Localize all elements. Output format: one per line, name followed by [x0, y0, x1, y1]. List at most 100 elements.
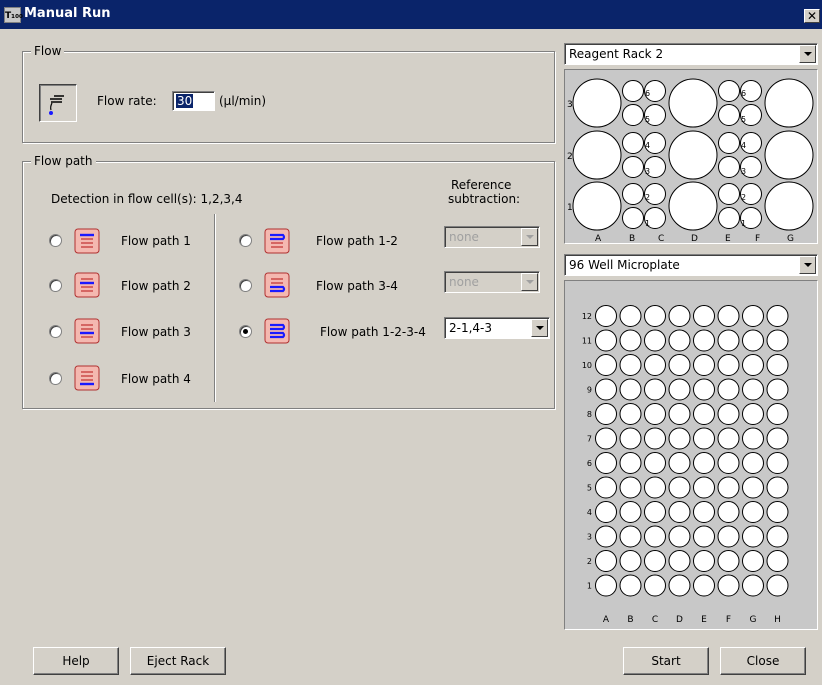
- reagent-small-well[interactable]: [718, 156, 740, 178]
- reference-select-3-4[interactable]: none: [444, 271, 540, 293]
- plate-well[interactable]: [742, 452, 764, 474]
- plate-well[interactable]: [742, 501, 764, 523]
- radio-flow-path-2[interactable]: [49, 279, 62, 292]
- radio-flow-path-1[interactable]: [49, 234, 62, 247]
- plate-well[interactable]: [619, 329, 642, 352]
- plate-well[interactable]: [619, 403, 642, 425]
- plate-well[interactable]: [595, 354, 617, 376]
- close-button[interactable]: Close: [720, 647, 806, 675]
- start-button[interactable]: Start: [623, 647, 709, 675]
- plate-well[interactable]: [717, 329, 740, 352]
- reference-select-1-2[interactable]: none: [444, 226, 540, 248]
- plate-well[interactable]: [644, 501, 666, 523]
- plate-well[interactable]: [668, 378, 691, 401]
- plate-well[interactable]: [619, 501, 642, 523]
- plate-well[interactable]: [668, 501, 691, 523]
- plate-well[interactable]: [644, 525, 666, 548]
- plate-well[interactable]: [766, 476, 789, 499]
- plate-well[interactable]: [619, 354, 642, 376]
- plate-well[interactable]: [766, 427, 789, 450]
- plate-well[interactable]: [742, 329, 764, 352]
- plate-well[interactable]: [595, 550, 617, 572]
- reagent-large-well[interactable]: [572, 78, 622, 128]
- plate-well[interactable]: [644, 427, 666, 450]
- plate-well[interactable]: [766, 354, 789, 376]
- plate-well[interactable]: [693, 427, 715, 450]
- close-icon[interactable]: ✕: [804, 9, 820, 23]
- reagent-small-well[interactable]: [622, 156, 644, 178]
- reagent-small-well[interactable]: [718, 80, 740, 102]
- plate-well[interactable]: [766, 574, 789, 597]
- plate-well[interactable]: [668, 525, 691, 548]
- plate-well[interactable]: [619, 476, 642, 499]
- flow-rate-input[interactable]: 30: [172, 91, 215, 111]
- plate-well[interactable]: [766, 550, 789, 572]
- plate-well[interactable]: [766, 329, 789, 352]
- plate-well[interactable]: [742, 525, 764, 548]
- plate-well[interactable]: [742, 427, 764, 450]
- plate-well[interactable]: [717, 452, 740, 474]
- plate-well[interactable]: [619, 574, 642, 597]
- reagent-small-well[interactable]: [622, 80, 644, 102]
- radio-flow-path-1-2-3-4[interactable]: [239, 325, 252, 338]
- plate-well[interactable]: [742, 574, 764, 597]
- plate-well[interactable]: [693, 329, 715, 352]
- plate-well[interactable]: [595, 305, 617, 327]
- plate-well[interactable]: [668, 403, 691, 425]
- plate-well[interactable]: [595, 427, 617, 450]
- plate-well[interactable]: [693, 354, 715, 376]
- plate-well[interactable]: [595, 525, 617, 548]
- reagent-small-well[interactable]: [622, 207, 644, 229]
- plate-well[interactable]: [717, 378, 740, 401]
- reagent-small-well[interactable]: [718, 104, 740, 126]
- radio-flow-path-3[interactable]: [49, 325, 62, 338]
- plate-well[interactable]: [644, 354, 666, 376]
- plate-well[interactable]: [742, 476, 764, 499]
- plate-well[interactable]: [742, 403, 764, 425]
- plate-well[interactable]: [693, 378, 715, 401]
- plate-well[interactable]: [619, 427, 642, 450]
- plate-well[interactable]: [717, 354, 740, 376]
- plate-well[interactable]: [766, 452, 789, 474]
- plate-well[interactable]: [717, 427, 740, 450]
- plate-well[interactable]: [644, 550, 666, 572]
- plate-well[interactable]: [619, 378, 642, 401]
- eject-rack-button[interactable]: Eject Rack: [130, 647, 226, 675]
- reagent-large-well[interactable]: [668, 130, 718, 180]
- plate-well[interactable]: [766, 378, 789, 401]
- reagent-small-well[interactable]: [622, 132, 644, 154]
- plate-well[interactable]: [595, 476, 617, 499]
- reagent-large-well[interactable]: [668, 181, 718, 231]
- plate-well[interactable]: [766, 305, 789, 327]
- plate-well[interactable]: [766, 403, 789, 425]
- plate-well[interactable]: [668, 574, 691, 597]
- plate-well[interactable]: [766, 525, 789, 548]
- plate-well[interactable]: [693, 501, 715, 523]
- reagent-small-well[interactable]: [718, 132, 740, 154]
- plate-well[interactable]: [668, 550, 691, 572]
- reagent-small-well[interactable]: [622, 183, 644, 205]
- plate-well[interactable]: [668, 329, 691, 352]
- plate-well[interactable]: [717, 305, 740, 327]
- plate-well[interactable]: [595, 403, 617, 425]
- plate-well[interactable]: [717, 476, 740, 499]
- plate-well[interactable]: [717, 403, 740, 425]
- plate-well[interactable]: [644, 305, 666, 327]
- reagent-small-well[interactable]: [718, 207, 740, 229]
- plate-well[interactable]: [644, 476, 666, 499]
- plate-well[interactable]: [595, 378, 617, 401]
- plate-well[interactable]: [717, 574, 740, 597]
- reagent-rack-select[interactable]: Reagent Rack 2: [564, 43, 818, 65]
- plate-well[interactable]: [644, 329, 666, 352]
- reagent-large-well[interactable]: [764, 78, 814, 128]
- reagent-large-well[interactable]: [668, 78, 718, 128]
- radio-flow-path-1-2[interactable]: [239, 234, 252, 247]
- plate-well[interactable]: [595, 574, 617, 597]
- plate-well[interactable]: [742, 550, 764, 572]
- plate-well[interactable]: [644, 574, 666, 597]
- plate-well[interactable]: [644, 378, 666, 401]
- plate-well[interactable]: [742, 378, 764, 401]
- plate-well[interactable]: [668, 354, 691, 376]
- plate-well[interactable]: [766, 501, 789, 523]
- plate-well[interactable]: [668, 476, 691, 499]
